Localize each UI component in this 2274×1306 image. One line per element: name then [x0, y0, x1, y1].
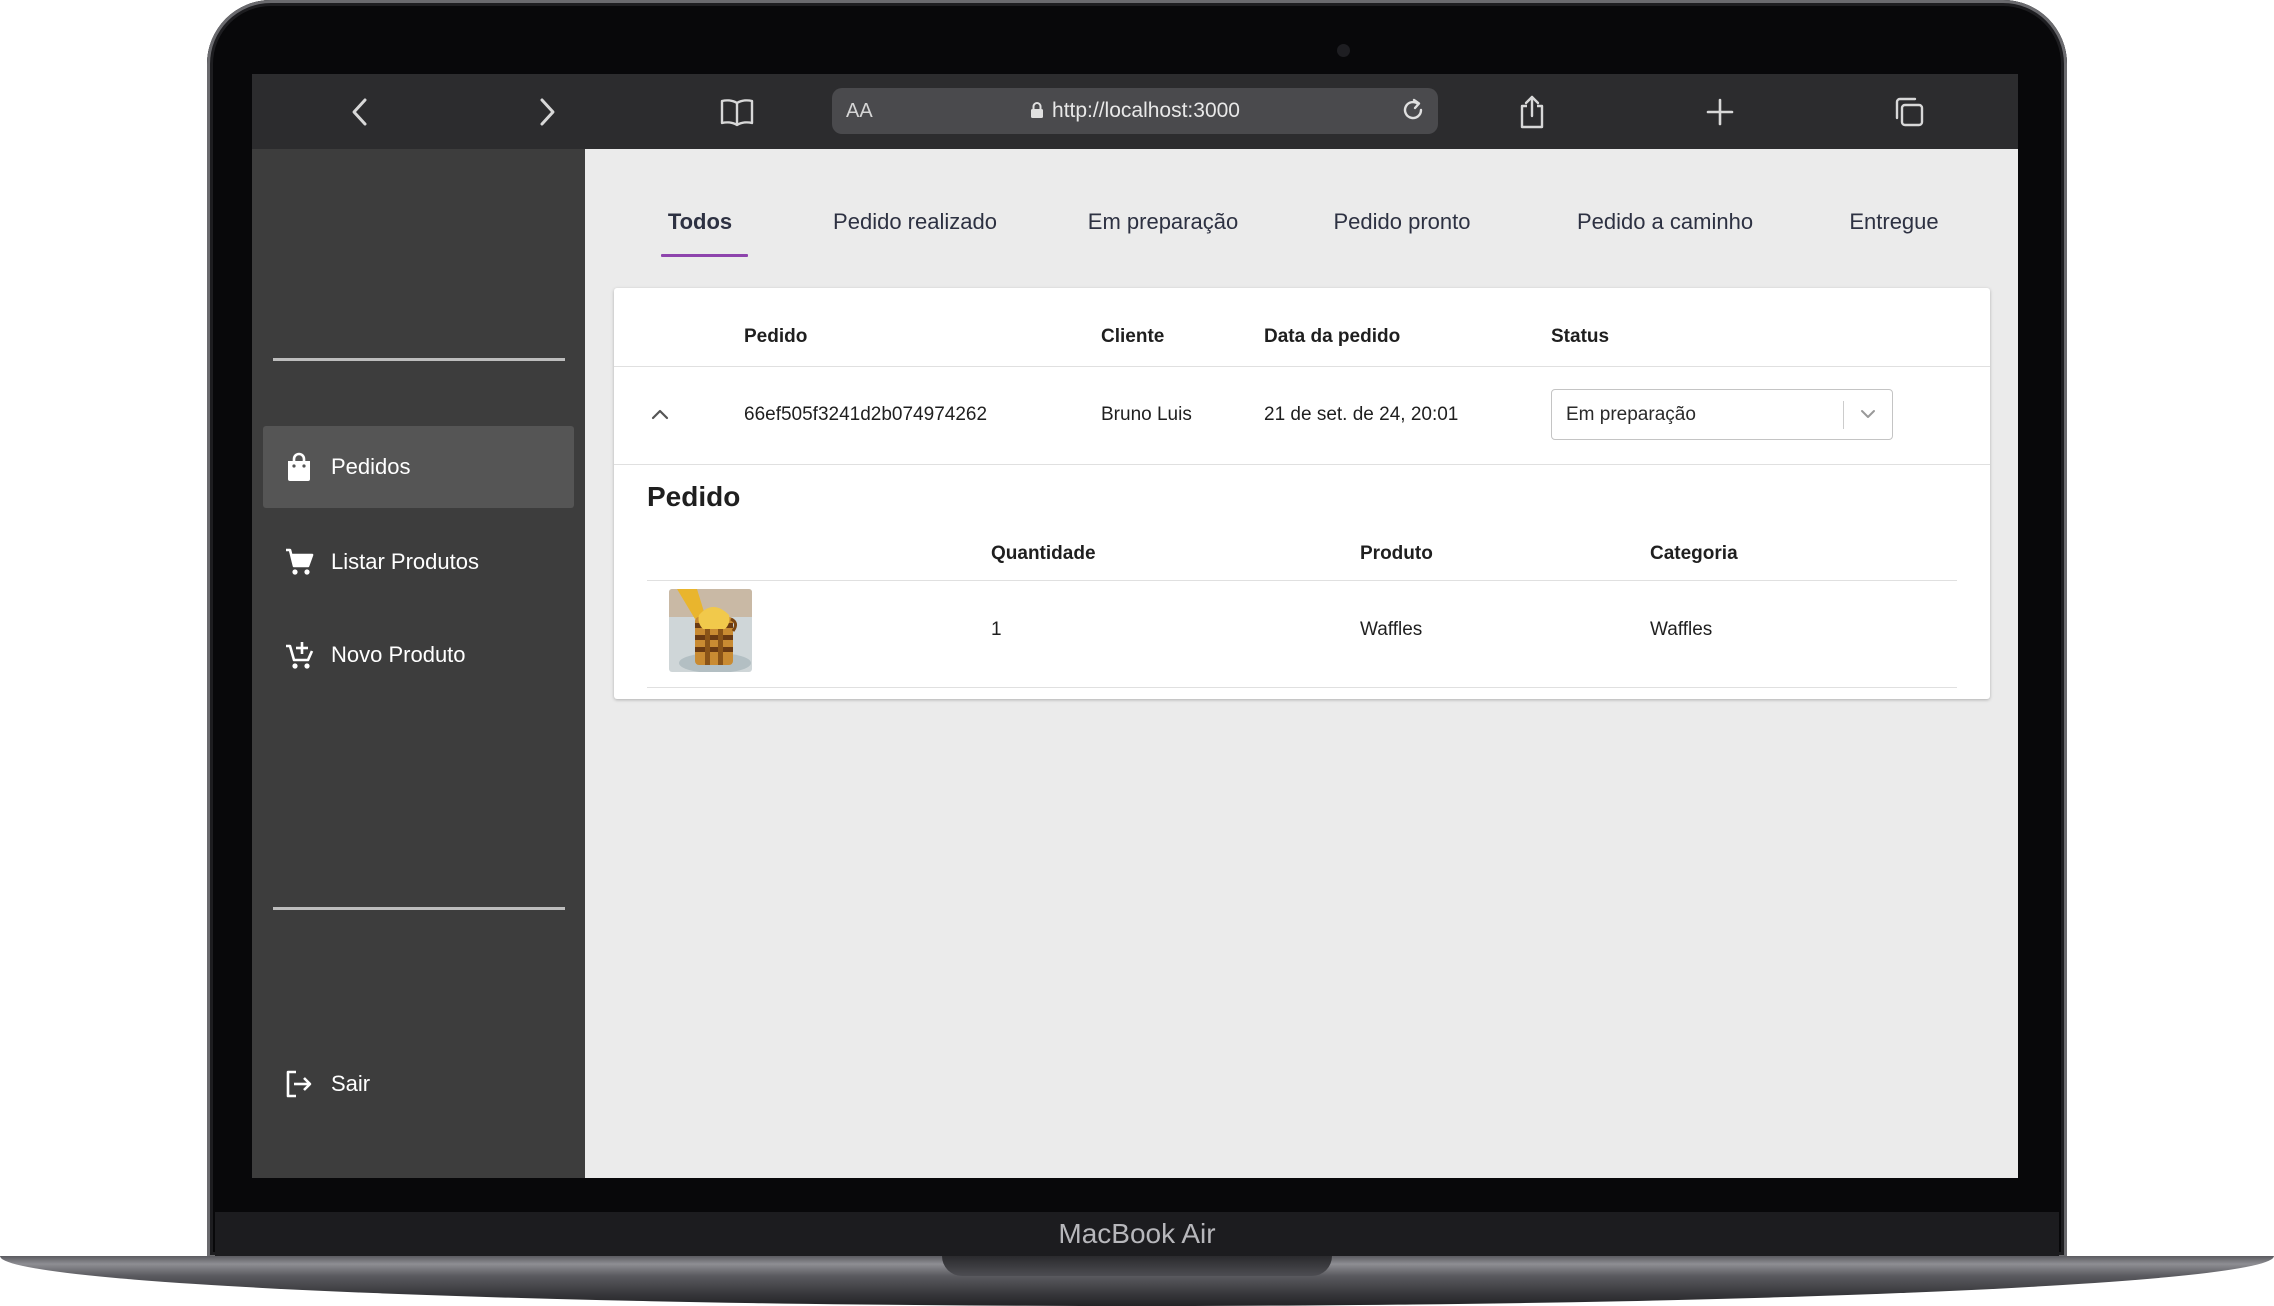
- tab-entregue[interactable]: Entregue: [1839, 209, 1949, 243]
- select-separator: [1843, 401, 1844, 429]
- detail-header-categoria: Categoria: [1650, 543, 1738, 564]
- add-cart-icon: [283, 639, 315, 671]
- status-tabs: Todos Pedido realizado Em preparação Ped…: [585, 149, 2018, 289]
- detail-header-divider: [647, 580, 1957, 581]
- tab-pedido-a-caminho[interactable]: Pedido a caminho: [1560, 209, 1770, 243]
- shopping-bag-icon: [283, 451, 315, 483]
- active-tab-indicator: [661, 254, 748, 257]
- address-bar[interactable]: AA http://localhost:3000: [832, 88, 1438, 134]
- chevron-down-icon[interactable]: [1858, 404, 1878, 429]
- screen: AA http://localhost:3000 Pedidos Listar …: [252, 74, 2018, 1178]
- sidebar-item-listar-produtos[interactable]: Listar Produtos: [263, 521, 574, 603]
- cart-icon: [283, 546, 315, 578]
- sidebar-divider-bottom: [273, 907, 565, 910]
- sidebar-item-label: Listar Produtos: [331, 549, 479, 574]
- sidebar-item-label: Novo Produto: [331, 642, 466, 667]
- order-client: Bruno Luis: [1101, 404, 1192, 425]
- order-id: 66ef505f3241d2b074974262: [744, 404, 988, 425]
- tabs-overview-icon[interactable]: [1889, 92, 1929, 132]
- logout-label: Sair: [331, 1071, 371, 1096]
- sidebar: Pedidos Listar Produtos Novo Produto Sai…: [252, 149, 585, 1178]
- logout-button[interactable]: Sair: [263, 1043, 574, 1125]
- logout-icon: [283, 1068, 315, 1100]
- sidebar-item-novo-produto[interactable]: Novo Produto: [263, 614, 574, 696]
- item-category: Waffles: [1650, 619, 1713, 640]
- back-icon[interactable]: [340, 92, 380, 132]
- row-divider: [614, 464, 1990, 465]
- share-icon[interactable]: [1512, 92, 1552, 132]
- column-header-data: Data da pedido: [1264, 326, 1401, 347]
- camera-dot: [1337, 44, 1350, 57]
- device-label: MacBook Air: [215, 1212, 2059, 1256]
- order-date: 21 de set. de 24, 20:01: [1264, 404, 1459, 425]
- tab-pedido-realizado[interactable]: Pedido realizado: [825, 209, 1005, 243]
- orders-table-card: Pedido Cliente Data da pedido Status 66e…: [614, 288, 1990, 699]
- laptop-notch: [942, 1256, 1332, 1276]
- tab-pedido-pronto[interactable]: Pedido pronto: [1317, 209, 1487, 243]
- detail-header-produto: Produto: [1360, 543, 1433, 564]
- tab-em-preparacao[interactable]: Em preparação: [1078, 209, 1248, 243]
- lock-icon: [1031, 102, 1044, 118]
- item-quantity: 1: [991, 619, 1002, 640]
- url-text: http://localhost:3000: [1052, 99, 1240, 122]
- column-header-status: Status: [1551, 326, 1610, 347]
- status-select[interactable]: Em preparação: [1551, 389, 1893, 440]
- reload-icon[interactable]: [1400, 96, 1428, 129]
- column-header-pedido: Pedido: [744, 326, 808, 347]
- detail-header-quantidade: Quantidade: [991, 543, 1096, 564]
- browser-toolbar: AA http://localhost:3000: [252, 74, 2018, 149]
- detail-row-divider: [647, 687, 1957, 688]
- sidebar-item-label: Pedidos: [331, 454, 411, 479]
- bookmarks-icon[interactable]: [717, 92, 757, 132]
- main-content: Todos Pedido realizado Em preparação Ped…: [585, 149, 2018, 1178]
- status-select-value: Em preparação: [1566, 404, 1696, 425]
- new-tab-icon[interactable]: [1700, 92, 1740, 132]
- sidebar-item-pedidos[interactable]: Pedidos: [263, 426, 574, 508]
- tab-todos[interactable]: Todos: [655, 209, 745, 243]
- collapse-chevron-up-icon[interactable]: [649, 405, 671, 423]
- column-header-cliente: Cliente: [1101, 326, 1165, 347]
- header-divider: [614, 366, 1990, 367]
- item-product: Waffles: [1360, 619, 1423, 640]
- forward-icon[interactable]: [527, 92, 567, 132]
- sidebar-divider-top: [273, 358, 565, 361]
- product-thumbnail: [669, 589, 752, 672]
- order-detail-title: Pedido: [647, 481, 741, 512]
